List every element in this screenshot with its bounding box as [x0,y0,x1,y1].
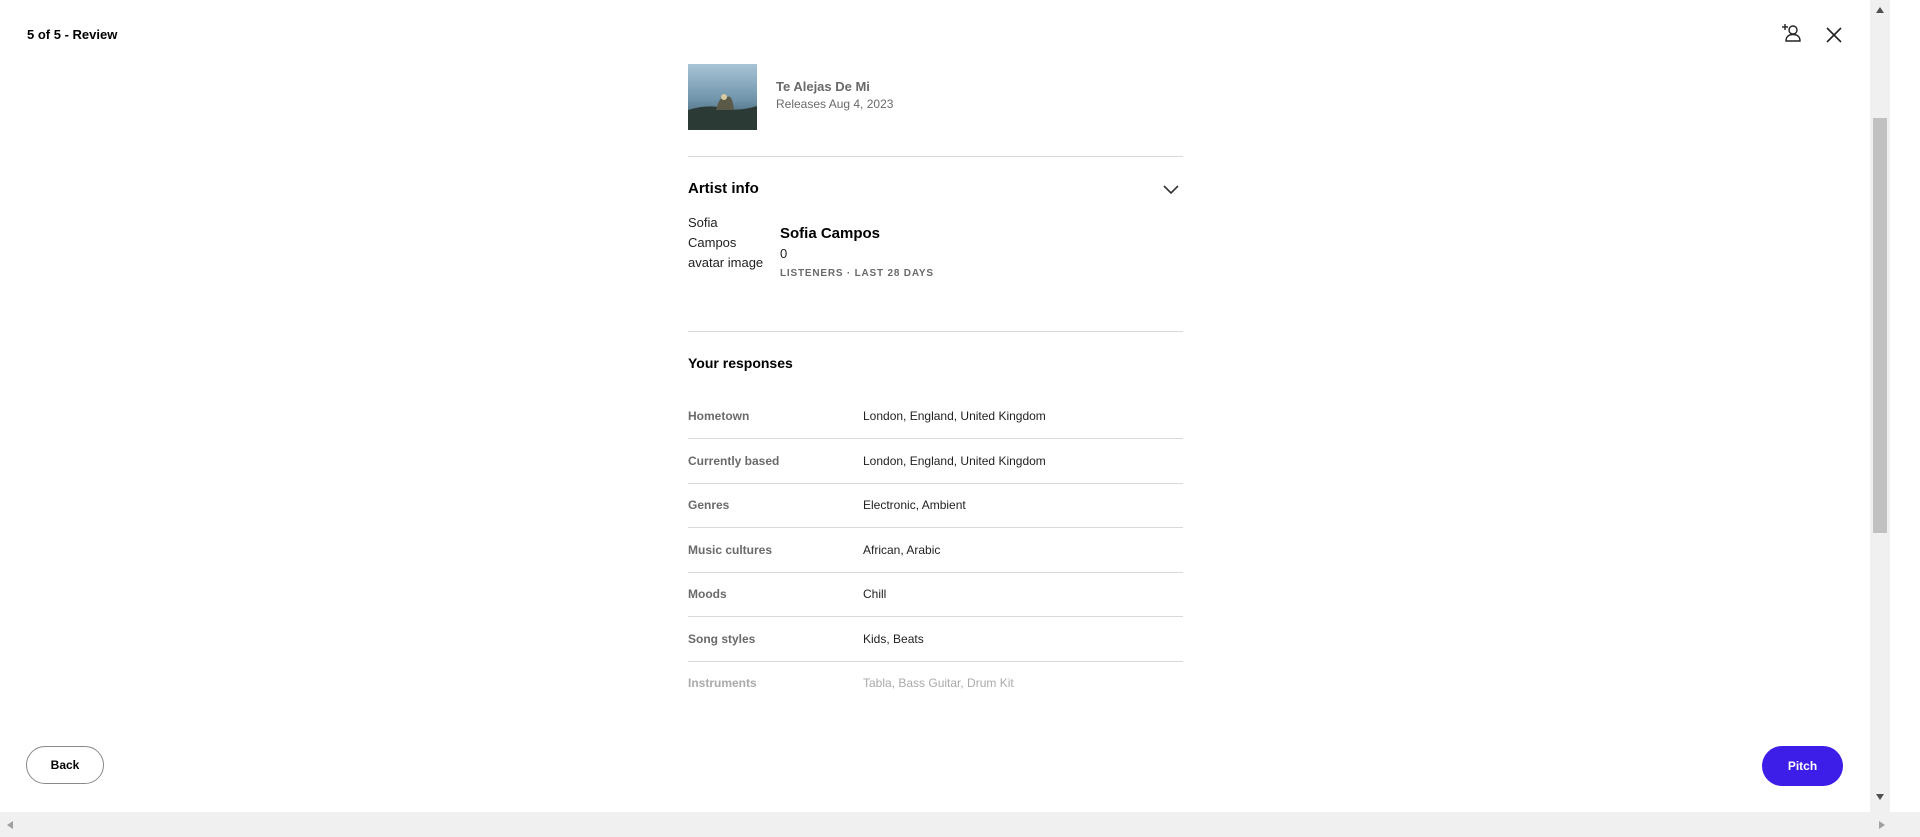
vertical-scrollbar-thumb[interactable] [1873,118,1887,533]
close-button[interactable] [1820,21,1848,49]
response-value: London, England, United Kingdom [863,409,1046,423]
scroll-down-arrow-icon[interactable] [1870,787,1890,807]
artist-name: Sofia Campos [780,225,881,242]
scroll-left-arrow-icon[interactable] [4,819,16,831]
horizontal-scrollbar[interactable] [0,812,1890,837]
response-row-music-cultures: Music cultures African, Arabic [688,528,1183,573]
release-cover-art [688,64,757,130]
response-row-currently-based: Currently based London, England, United … [688,439,1183,484]
back-button[interactable]: Back [26,746,104,784]
artist-avatar: Sofia Campos avatar image [688,215,764,270]
response-row-song-styles: Song styles Kids, Beats [688,617,1183,662]
response-row-genres: Genres Electronic, Ambient [688,483,1183,528]
chevron-down-icon [1163,185,1179,195]
response-value: African, Arabic [863,543,941,557]
invite-collaborator-button[interactable] [1777,19,1805,47]
response-label: Music cultures [688,543,773,557]
artist-info-toggle[interactable] [1161,181,1181,197]
divider [688,331,1183,332]
response-value: Tabla, Bass Guitar, Drum Kit [863,676,1014,690]
response-value: London, England, United Kingdom [863,454,1046,468]
release-title: Te Alejas De Mi [776,79,870,94]
response-label: Genres [688,498,730,512]
release-summary: Te Alejas De Mi Releases Aug 4, 2023 [688,64,893,130]
add-person-icon [1782,24,1801,42]
divider [688,156,1183,157]
scroll-right-arrow-icon[interactable] [1876,819,1888,831]
response-label: Moods [688,587,727,601]
response-label: Song styles [688,632,756,646]
response-value: Electronic, Ambient [863,498,966,512]
responses-heading: Your responses [688,355,793,371]
vertical-scrollbar[interactable] [1870,0,1890,812]
close-icon [1826,27,1842,43]
response-label: Currently based [688,454,780,468]
listeners-count: 0 [780,246,788,261]
scrollbar-corner [1890,812,1920,837]
response-row-instruments: Instruments Tabla, Bass Guitar, Drum Kit [688,661,1183,700]
response-value: Chill [863,587,887,601]
review-content: Te Alejas De Mi Releases Aug 4, 2023 Art… [688,0,1183,700]
pitch-review-dialog: 5 of 5 - Review Te Alejas De Mi Releases… [0,0,1870,812]
response-row-hometown: Hometown London, England, United Kingdom [688,394,1183,439]
scroll-up-arrow-icon[interactable] [1870,0,1890,20]
release-date: Releases Aug 4, 2023 [776,97,894,111]
pitch-button[interactable]: Pitch [1762,746,1843,786]
response-label: Hometown [688,409,750,423]
artist-info-heading: Artist info [688,180,759,197]
step-indicator: 5 of 5 - Review [27,27,118,42]
listeners-label: LISTENERS · LAST 28 DAYS [780,268,934,279]
response-label: Instruments [688,676,757,690]
response-row-moods: Moods Chill [688,572,1183,617]
response-value: Kids, Beats [863,632,924,646]
window-margin [1890,0,1920,812]
